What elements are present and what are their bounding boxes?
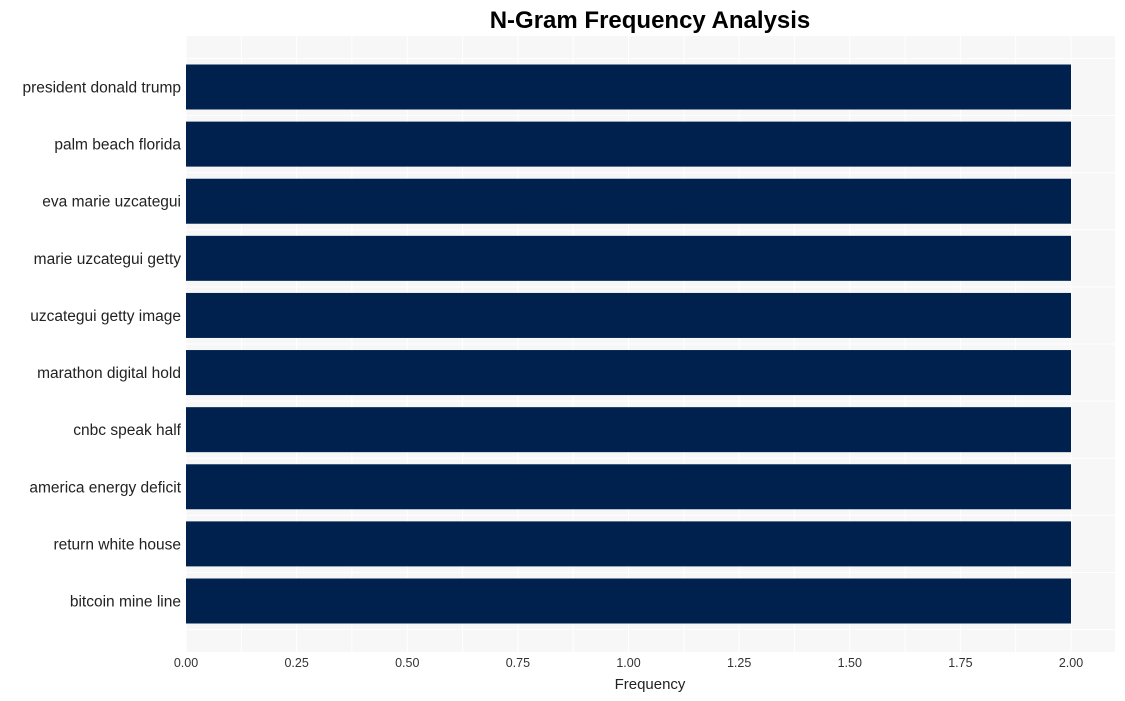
y-tick-label: bitcoin mine line — [70, 594, 181, 611]
bar-bitcoin-mine-line — [186, 578, 1071, 624]
bar-marie-uzcategui-getty — [186, 235, 1071, 281]
x-tick-label: 0.25 — [284, 656, 308, 670]
bar-palm-beach-florida — [186, 121, 1071, 167]
y-tick-label: return white house — [53, 536, 181, 553]
y-tick-label: marathon digital hold — [37, 365, 181, 382]
bar-cnbc-speak-half — [186, 407, 1071, 453]
ngram-bar-chart: N-Gram Frequency Analysis president dona… — [22, 7, 1115, 693]
y-tick-labels: president donald trump palm beach florida… — [22, 80, 181, 611]
bar-uzcategui-getty-image — [186, 292, 1071, 338]
bar-marathon-digital-hold — [186, 350, 1071, 396]
y-tick-label: uzcategui getty image — [30, 308, 181, 325]
x-axis-label: Frequency — [615, 676, 686, 693]
y-tick-label: cnbc speak half — [73, 422, 181, 439]
x-tick-label: 0.00 — [174, 656, 198, 670]
y-tick-label: america energy deficit — [29, 479, 181, 496]
chart-title: N-Gram Frequency Analysis — [490, 7, 811, 34]
x-tick-label: 2.00 — [1059, 656, 1083, 670]
bar-america-energy-deficit — [186, 464, 1071, 510]
x-tick-label: 0.75 — [506, 656, 530, 670]
x-tick-label: 1.00 — [616, 656, 640, 670]
x-tick-label: 1.50 — [838, 656, 862, 670]
bar-president-donald-trump — [186, 64, 1071, 110]
y-tick-label: marie uzcategui getty — [34, 251, 182, 268]
x-tick-labels: 0.00 0.25 0.50 0.75 1.00 1.25 1.50 1.75 2.00 — [174, 656, 1083, 670]
x-tick-label: 1.75 — [948, 656, 972, 670]
y-tick-label: eva marie uzcategui — [42, 194, 181, 211]
bar-return-white-house — [186, 521, 1071, 567]
y-tick-label: president donald trump — [22, 80, 181, 97]
bar-eva-marie-uzcategui — [186, 178, 1071, 224]
x-tick-label: 1.25 — [727, 656, 751, 670]
y-tick-label: palm beach florida — [54, 137, 181, 154]
x-tick-label: 0.50 — [395, 656, 419, 670]
